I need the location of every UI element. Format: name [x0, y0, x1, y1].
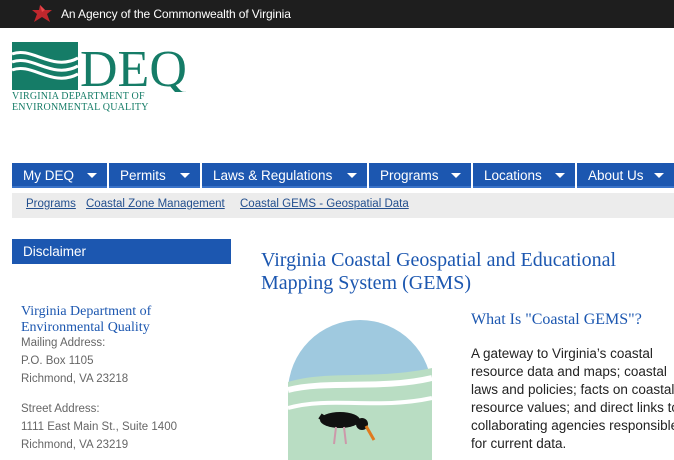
main-nav: My DEQ Permits Laws & Regulations Progra… — [12, 163, 674, 188]
chevron-down-icon — [347, 173, 357, 178]
nav-programs[interactable]: Programs — [369, 163, 471, 188]
nav-permits[interactable]: Permits — [109, 163, 200, 188]
chevron-down-icon — [87, 173, 97, 178]
intro-paragraph: A gateway to Virginia’s coastal resource… — [471, 346, 674, 451]
section-heading: What Is "Coastal GEMS"? — [471, 311, 642, 328]
chevron-down-icon — [555, 173, 565, 178]
nav-label: Laws & Regulations — [213, 168, 333, 183]
cardinal-icon — [32, 5, 52, 22]
breadcrumb-programs[interactable]: Programs — [26, 198, 76, 210]
nav-label: Locations — [484, 168, 542, 183]
logo-line-1: Virginia Department of — [12, 91, 145, 102]
nav-my-deq[interactable]: My DEQ — [12, 163, 107, 188]
mailing-label: Mailing Address: — [21, 337, 106, 349]
org-name-line-2: Environmental Quality — [21, 319, 150, 335]
agency-text: An Agency of the Commonwealth of Virgini… — [61, 7, 291, 21]
org-name: Virginia Department of Environmental Qua… — [21, 304, 151, 335]
nav-label: My DEQ — [23, 168, 75, 183]
nav-label: About Us — [588, 168, 644, 183]
nav-locations[interactable]: Locations — [473, 163, 575, 188]
org-name-line-1: Virginia Department of — [21, 304, 152, 319]
chevron-down-icon — [654, 173, 664, 178]
logo-agency-name: Virginia Department of Environmental Qua… — [12, 91, 149, 113]
logo-line-2: Environmental Quality — [12, 102, 149, 113]
street-label: Street Address: — [21, 403, 100, 415]
mailing-line-1: P.O. Box 1105 — [21, 355, 94, 367]
breadcrumb-coastal-zone-management[interactable]: Coastal Zone Management — [86, 198, 225, 210]
nav-about-us[interactable]: About Us — [577, 163, 674, 188]
breadcrumb-coastal-gems[interactable]: Coastal GEMS - Geospatial Data — [240, 198, 409, 210]
agency-bar: An Agency of the Commonwealth of Virgini… — [0, 0, 674, 28]
chevron-down-icon — [451, 173, 461, 178]
deq-logo-mark: DEQ — [11, 41, 187, 98]
nav-label: Permits — [120, 168, 166, 183]
nav-label: Programs — [380, 168, 439, 183]
page-title: Virginia Coastal Geospatial and Educatio… — [261, 249, 616, 294]
chevron-down-icon — [180, 173, 190, 178]
mailing-line-2: Richmond, VA 23218 — [21, 373, 129, 385]
breadcrumb: Programs Coastal Zone Management Coastal… — [12, 193, 674, 218]
logo-abbr: DEQ — [80, 42, 187, 92]
disclaimer-link[interactable]: Disclaimer — [12, 239, 231, 264]
coastal-gems-logo — [287, 320, 433, 460]
street-line-2: Richmond, VA 23219 — [21, 439, 129, 451]
nav-laws-regulations[interactable]: Laws & Regulations — [202, 163, 367, 188]
street-line-1: 1111 East Main St., Suite 1400 — [21, 421, 177, 433]
